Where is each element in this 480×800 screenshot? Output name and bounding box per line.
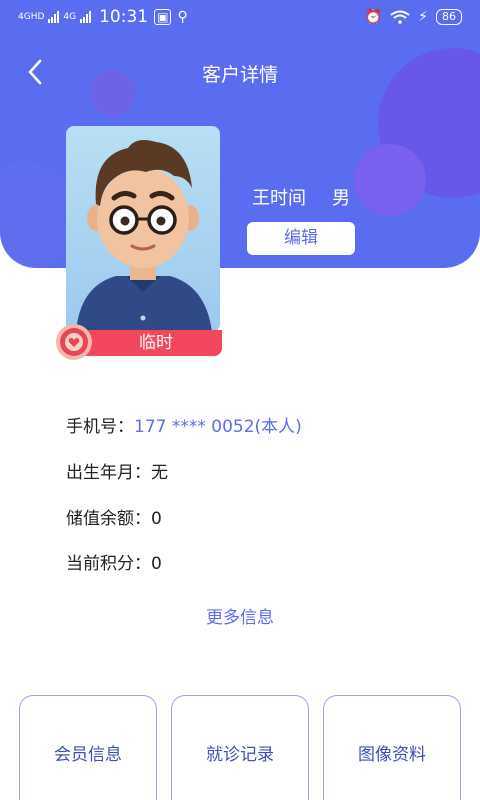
avatar xyxy=(66,126,220,332)
charging-icon: ⚡ xyxy=(418,9,428,25)
network-type-2: 4G xyxy=(63,11,77,22)
network-type-1: 4GHD xyxy=(18,11,45,22)
clock: 10:31 xyxy=(99,7,149,27)
birth-value: 无 xyxy=(151,463,168,483)
points-label: 当前积分： xyxy=(66,554,151,574)
wifi-icon xyxy=(390,10,410,24)
birth-row: 出生年月：无 xyxy=(66,458,168,483)
birth-label: 出生年月： xyxy=(66,463,151,483)
balance-row: 储值余额：0 xyxy=(66,504,162,529)
more-info-link[interactable]: 更多信息 xyxy=(0,603,480,628)
battery-indicator: 86 xyxy=(436,9,462,25)
notification-icon: ▣ xyxy=(154,9,172,25)
usb-icon: ⚲ xyxy=(177,9,188,25)
phone-row: 手机号：177 **** 0052(本人) xyxy=(66,412,302,437)
alarm-icon: ⏰ xyxy=(364,9,383,25)
member-info-tile[interactable]: 会员信息 xyxy=(19,695,157,800)
balance-label: 储值余额： xyxy=(66,509,151,529)
page-title: 客户详情 xyxy=(201,64,278,86)
balance-value: 0 xyxy=(151,509,162,529)
signal-icon xyxy=(80,11,92,23)
signal-icon xyxy=(48,11,60,23)
points-row: 当前积分：0 xyxy=(66,549,162,574)
status-bar: 4GHD 4G 10:31 ▣ ⚲ ⏰ ⚡ 86 xyxy=(0,0,480,34)
customer-gender: 男 xyxy=(332,188,350,209)
points-value: 0 xyxy=(151,554,162,574)
customer-name: 王时间 xyxy=(252,188,306,209)
phone-label: 手机号： xyxy=(66,417,134,437)
avatar-illustration xyxy=(76,140,212,332)
edit-button[interactable]: 编辑 xyxy=(247,222,355,255)
phone-value[interactable]: 177 **** 0052(本人) xyxy=(134,417,302,437)
medal-icon xyxy=(56,324,92,360)
image-data-tile[interactable]: 图像资料 xyxy=(323,695,461,800)
visit-records-tile[interactable]: 就诊记录 xyxy=(171,695,309,800)
decor-circle xyxy=(354,144,426,216)
